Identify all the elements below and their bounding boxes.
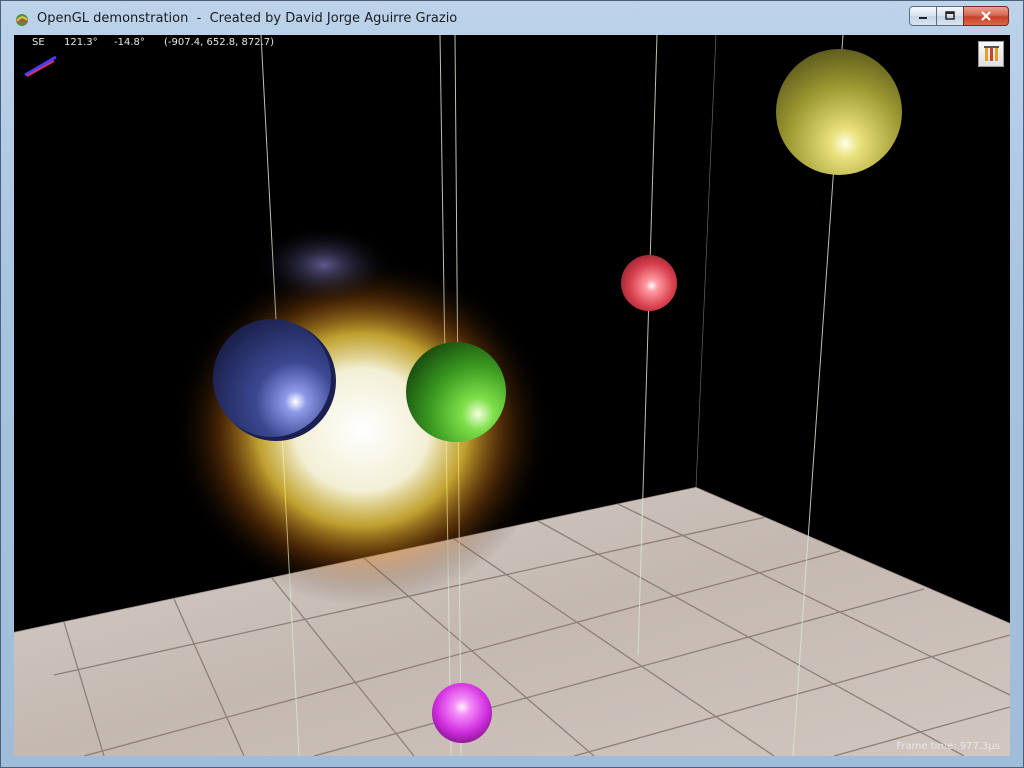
hud-yaw: 121.3° [64, 37, 98, 48]
green-sphere[interactable] [406, 342, 506, 442]
magenta-sphere[interactable] [432, 683, 492, 743]
pencils-icon [984, 46, 999, 61]
app-window: OpenGL demonstration - Created by David … [0, 0, 1024, 768]
app-icon [16, 14, 28, 26]
maximize-icon [945, 11, 955, 20]
hud-direction: SE [32, 37, 45, 48]
hud-position: (-907.4, 652.8, 872.7) [164, 37, 275, 48]
window-title: OpenGL demonstration - Created by David … [37, 11, 458, 26]
minimize-icon [919, 17, 927, 19]
maximize-button[interactable] [936, 6, 964, 26]
options-button[interactable] [978, 41, 1004, 67]
opengl-viewport[interactable]: SE 121.3° -14.8° (-907.4, 652.8, 872.7) … [14, 35, 1010, 756]
scene-canvas [14, 35, 1010, 756]
frame-time: Frame time: 977.3µs [896, 741, 1000, 752]
close-button[interactable] [963, 6, 1009, 26]
close-icon [981, 11, 991, 21]
minimize-button[interactable] [909, 6, 937, 26]
hud-pitch: -14.8° [114, 37, 145, 48]
red-sphere[interactable] [621, 255, 677, 311]
title-bar[interactable]: OpenGL demonstration - Created by David … [1, 1, 1023, 35]
yellow-sphere[interactable] [776, 49, 902, 175]
light-glow [172, 255, 552, 605]
